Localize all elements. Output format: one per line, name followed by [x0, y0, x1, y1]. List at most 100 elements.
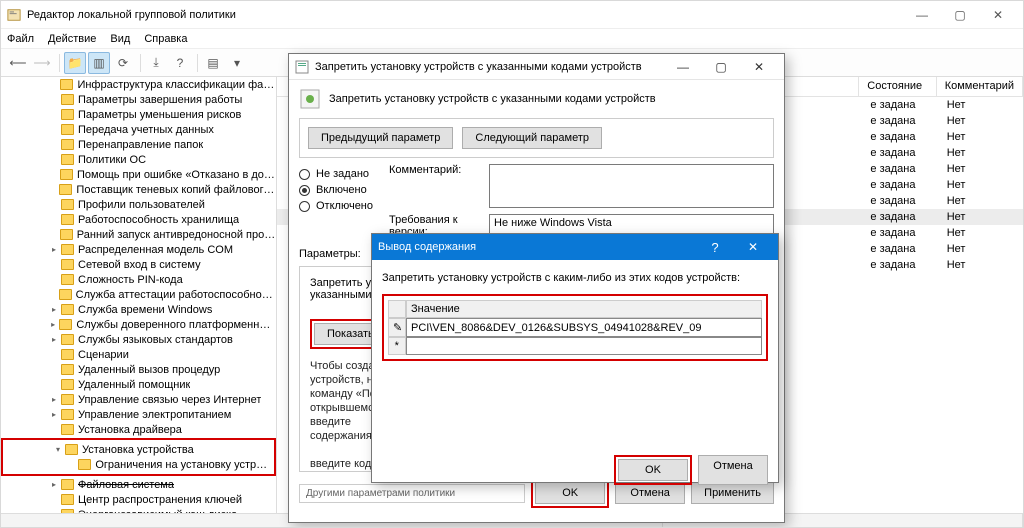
radio-not-configured[interactable]: Не задано	[299, 168, 389, 180]
next-setting-button[interactable]: Следующий параметр	[462, 127, 602, 149]
folder-icon	[61, 364, 74, 375]
new-row-input[interactable]	[406, 337, 762, 355]
tree-item[interactable]: Помощь при ошибке «Отказано в доступе»	[1, 167, 276, 182]
folder-icon	[61, 94, 74, 105]
show-contents-ok-button[interactable]: OK	[618, 459, 688, 481]
folder-icon	[59, 289, 72, 300]
show-contents-title: Вывод содержания	[378, 241, 476, 253]
expand-toggle[interactable]: ▸	[49, 480, 59, 489]
expand-toggle[interactable]: ▸	[49, 245, 59, 254]
tree-item[interactable]: Удаленный помощник	[1, 377, 276, 392]
tree-item[interactable]: Установка драйвера	[1, 422, 276, 437]
state-cell: е задана	[870, 243, 946, 255]
nav-tree[interactable]: Инфраструктура классификации файловПарам…	[1, 77, 277, 513]
comment-textarea[interactable]	[489, 164, 774, 208]
tree-item[interactable]: ▸Файловая система	[1, 477, 276, 492]
tree-item[interactable]: ▸ Службы языковых стандартов	[1, 332, 276, 347]
menu-view[interactable]: Вид	[110, 33, 130, 45]
tree-item[interactable]: ▾ Установка устройства	[5, 442, 272, 457]
comment-cell: Нет	[947, 211, 1023, 223]
tree-item-label: Политики ОС	[78, 154, 146, 166]
list-view-button[interactable]: ▤	[202, 52, 224, 74]
tree-item[interactable]: Передача учетных данных	[1, 122, 276, 137]
state-cell: е задана	[870, 211, 946, 223]
radio-disabled[interactable]: Отключено	[299, 200, 389, 212]
back-button[interactable]: ⟵	[7, 52, 29, 74]
expand-toggle[interactable]: ▸	[49, 320, 57, 329]
tree-item[interactable]: Профили пользователей	[1, 197, 276, 212]
tree-item[interactable]: Ограничения на установку устройств	[5, 457, 272, 472]
help-button[interactable]: ?	[169, 52, 191, 74]
dialog-maximize[interactable]: ▢	[702, 54, 740, 80]
tree-item[interactable]: Параметры уменьшения рисков	[1, 107, 276, 122]
close-button[interactable]: ✕	[979, 1, 1017, 29]
expand-toggle[interactable]: ▸	[49, 410, 59, 419]
value-column-header[interactable]: Значение	[406, 300, 762, 318]
tree-item[interactable]: Сложность PIN-кода	[1, 272, 276, 287]
tree-item[interactable]: Работоспособность хранилища	[1, 212, 276, 227]
show-contents-help[interactable]: ?	[696, 234, 734, 260]
minimize-button[interactable]: —	[903, 1, 941, 29]
prev-setting-button[interactable]: Предыдущий параметр	[308, 127, 453, 149]
expand-toggle[interactable]: ▾	[53, 445, 63, 454]
tree-item[interactable]: ▸Управление электропитанием	[1, 407, 276, 422]
tree-item[interactable]: Инфраструктура классификации файлов	[1, 77, 276, 92]
filter-button[interactable]: ▾	[226, 52, 248, 74]
selected-tree-group: ▾ Установка устройстваОграничения на уста…	[1, 438, 276, 476]
show-contents-cancel-button[interactable]: Отмена	[698, 455, 768, 485]
row-selector[interactable]: ✎	[388, 318, 406, 337]
tree-item[interactable]: ▸Распределенная модель COM	[1, 242, 276, 257]
tree-item-label: Работоспособность хранилища	[78, 214, 239, 226]
menu-help[interactable]: Справка	[144, 33, 187, 45]
folder-icon	[61, 139, 74, 150]
comment-cell: Нет	[947, 99, 1023, 111]
tree-item-label: Перенаправление папок	[78, 139, 203, 151]
expand-toggle[interactable]: ▸	[49, 305, 59, 314]
tree-item-label: Профили пользователей	[78, 199, 205, 211]
menu-file[interactable]: Файл	[7, 33, 34, 45]
tree-item-label: Установка драйвера	[78, 424, 182, 436]
tree-item[interactable]: ▸Управление связью через Интернет	[1, 392, 276, 407]
policy-icon	[299, 88, 321, 110]
tree-item[interactable]: Центр распространения ключей	[1, 492, 276, 507]
col-state[interactable]: Состояние	[859, 77, 936, 96]
expand-toggle[interactable]: ▸	[49, 395, 59, 404]
col-comment[interactable]: Комментарий	[937, 77, 1023, 96]
tree-item-label: Энергонезависимый кэш диска	[78, 509, 237, 514]
tree-item-label: Инфраструктура классификации файлов	[77, 79, 276, 91]
folder-icon	[61, 409, 74, 420]
tree-item[interactable]: Перенаправление папок	[1, 137, 276, 152]
value-input[interactable]	[406, 318, 762, 337]
tree-item-label: Службы языковых стандартов	[78, 334, 233, 346]
menu-action[interactable]: Действие	[48, 33, 96, 45]
tree-item-label: Установка устройства	[82, 444, 194, 456]
tree-item[interactable]: Сетевой вход в систему	[1, 257, 276, 272]
tree-item[interactable]: Политики ОС	[1, 152, 276, 167]
tree-item[interactable]: ▸Служба времени Windows	[1, 302, 276, 317]
folder-icon	[61, 494, 74, 505]
tree-item[interactable]: Параметры завершения работы	[1, 92, 276, 107]
show-contents-prompt: Запретить установку устройств с каким-ли…	[382, 272, 768, 284]
maximize-button[interactable]: ▢	[941, 1, 979, 29]
comment-cell: Нет	[947, 163, 1023, 175]
tree-item[interactable]: Удаленный вызов процедур	[1, 362, 276, 377]
show-contents-close[interactable]: ✕	[734, 234, 772, 260]
expand-toggle[interactable]: ▸	[49, 335, 59, 344]
folder-up-button[interactable]: 📁	[64, 52, 86, 74]
dialog-minimize[interactable]: —	[664, 54, 702, 80]
radio-enabled[interactable]: Включено	[299, 184, 389, 196]
tree-item[interactable]: Сценарии	[1, 347, 276, 362]
tree-item[interactable]: Ранний запуск антивредоносной программы	[1, 227, 276, 242]
sheet-button[interactable]: ▥	[88, 52, 110, 74]
dialog-close[interactable]: ✕	[740, 54, 778, 80]
folder-icon	[61, 334, 74, 345]
tree-item[interactable]: Энергонезависимый кэш диска	[1, 507, 276, 513]
tree-item[interactable]: ▸Службы доверенного платформенного модул…	[1, 317, 276, 332]
folder-icon	[61, 154, 74, 165]
tree-item[interactable]: Поставщик теневых копий файлового ресурс…	[1, 182, 276, 197]
export-button[interactable]: ⤓	[145, 52, 167, 74]
tree-item-label: Сложность PIN-кода	[78, 274, 183, 286]
tree-item[interactable]: Служба аттестации работоспособности устр…	[1, 287, 276, 302]
folder-icon	[59, 319, 72, 330]
refresh-button[interactable]: ⟳	[112, 52, 134, 74]
